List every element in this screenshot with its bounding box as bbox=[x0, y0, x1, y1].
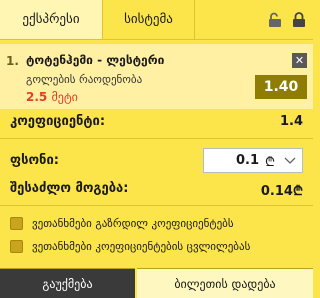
lari-currency-icon: ₾ bbox=[265, 154, 276, 170]
bet-number: 1. bbox=[6, 54, 19, 68]
option-label: ვეთანხმები კოეფიციენტების ცვლილებას bbox=[32, 240, 251, 253]
tabs-spacer bbox=[195, 0, 261, 39]
possible-win-value: 0.14₾ bbox=[260, 184, 303, 199]
option-odds-change[interactable]: ვეთანხმები კოეფიციენტების ცვლილებას bbox=[10, 240, 250, 253]
lock-icon[interactable] bbox=[292, 11, 306, 28]
bet-selection: 1. ტოტენჰემი - ლესტერი გოლების რაოდენობა… bbox=[0, 44, 313, 109]
tab-express[interactable]: ექსპრესი bbox=[0, 0, 103, 39]
close-icon[interactable]: ✕ bbox=[292, 53, 307, 68]
bet-type-tabs: ექსპრესი სისტემა bbox=[0, 0, 313, 40]
bet-market: გოლების რაოდენობა bbox=[26, 73, 143, 86]
divider bbox=[0, 138, 313, 139]
coefficient-label: კოეფიციენტი: bbox=[10, 114, 106, 129]
stake-input[interactable]: 0.1 ₾ bbox=[203, 148, 303, 173]
chevron-down-icon[interactable] bbox=[284, 156, 296, 165]
option-label: ვეთანხმები გაზრდილ კოეფიციენტებს bbox=[32, 217, 234, 230]
place-bet-button[interactable]: ბილეთის დადება bbox=[137, 268, 313, 298]
odd-box: 1.40 bbox=[255, 75, 307, 99]
checkbox[interactable] bbox=[10, 240, 23, 253]
bet-teams: ტოტენჰემი - ლესტერი bbox=[26, 53, 165, 67]
divider bbox=[0, 205, 313, 206]
bet-line-value: 2.5 bbox=[26, 90, 48, 104]
bet-line-unit: მეტი bbox=[51, 90, 78, 104]
coefficient-value: 1.4 bbox=[279, 114, 303, 129]
unlock-icon[interactable] bbox=[268, 12, 282, 28]
clear-button[interactable]: გაუქმება bbox=[0, 268, 135, 298]
stake-label: ფსონი: bbox=[10, 153, 59, 168]
possible-win-label: შესაძლო მოგება: bbox=[10, 181, 129, 196]
tab-system[interactable]: სისტემა bbox=[103, 0, 195, 39]
checkbox[interactable] bbox=[10, 217, 23, 230]
option-increased-odds[interactable]: ვეთანხმები გაზრდილ კოეფიციენტებს bbox=[10, 217, 234, 230]
lock-controls bbox=[261, 0, 313, 39]
stake-value: 0.1 bbox=[236, 153, 260, 168]
bet-line: 2.5 მეტი bbox=[26, 90, 78, 104]
